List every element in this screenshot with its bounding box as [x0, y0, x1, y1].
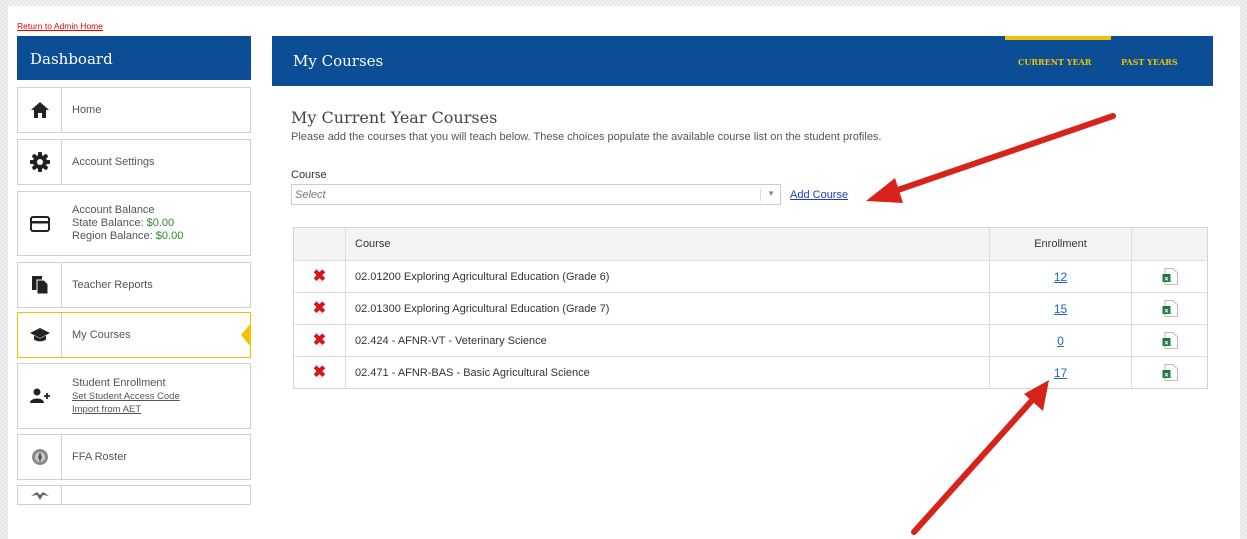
table-header-row: Course Enrollment: [294, 228, 1207, 260]
course-field-label: Course: [291, 169, 327, 181]
enrollment-link[interactable]: 17: [1054, 366, 1067, 380]
student-enrollment-label: Student Enrollment: [72, 376, 166, 389]
active-tab-indicator: [1005, 36, 1111, 40]
course-select[interactable]: Select ▼: [291, 184, 781, 205]
sidebar-item-label: FFA Roster: [72, 450, 128, 463]
tab-current-year[interactable]: CURRENT YEAR: [1018, 57, 1091, 67]
section-description: Please add the courses that you will tea…: [291, 131, 882, 143]
sidebar-item-label: My Courses: [72, 328, 131, 341]
courses-table: Course Enrollment ✖ 02.01200 Exploring A…: [293, 227, 1208, 389]
column-header-export: [1132, 228, 1207, 260]
sidebar-item-teacher-reports[interactable]: Teacher Reports: [17, 262, 251, 308]
enrollment-link[interactable]: 12: [1054, 270, 1067, 284]
delete-icon[interactable]: ✖: [313, 268, 326, 285]
set-access-code-link[interactable]: Set Student Access Code: [72, 390, 180, 403]
excel-export-icon[interactable]: x: [1162, 364, 1178, 381]
section-title: My Current Year Courses: [291, 108, 498, 127]
course-select-placeholder: Select: [295, 189, 326, 201]
sidebar-item-student-enrollment[interactable]: Student Enrollment Set Student Access Co…: [17, 363, 251, 429]
gear-icon: [18, 140, 62, 184]
column-header-enrollment: Enrollment: [990, 228, 1132, 260]
sidebar-item-ffa-roster[interactable]: FFA Roster: [17, 434, 251, 480]
import-from-aet-link[interactable]: Import from AET: [72, 403, 180, 416]
course-name-cell: 02.471 - AFNR-BAS - Basic Agricultural S…: [346, 357, 990, 388]
region-balance-value: $0.00: [155, 230, 184, 242]
sidebar-title: Dashboard: [17, 36, 251, 80]
state-balance-label: State Balance:: [72, 217, 147, 229]
table-row: ✖ 02.01300 Exploring Agricultural Educat…: [294, 292, 1207, 324]
sidebar-item-partial[interactable]: [17, 485, 251, 505]
table-row: ✖ 02.01200 Exploring Agricultural Educat…: [294, 260, 1207, 292]
state-balance-value: $0.00: [146, 217, 175, 229]
sidebar-item-account-balance[interactable]: Account Balance State Balance: $0.00 Reg…: [17, 191, 251, 256]
page-title: My Courses: [293, 52, 384, 70]
sidebar-item-label: Home: [72, 103, 102, 116]
active-indicator: [241, 323, 251, 347]
return-to-admin-link[interactable]: Return to Admin Home: [17, 21, 103, 31]
course-name-cell: 02.01300 Exploring Agricultural Educatio…: [346, 293, 990, 324]
column-header-delete: [294, 228, 346, 260]
enrollment-link[interactable]: 15: [1054, 302, 1067, 316]
account-balance-label: Account Balance: [72, 204, 155, 216]
delete-icon[interactable]: ✖: [313, 364, 326, 381]
sidebar-item-account-settings[interactable]: Account Settings: [17, 139, 251, 185]
account-balance-block: Account Balance State Balance: $0.00 Reg…: [62, 204, 183, 243]
chevron-down-icon[interactable]: ▼: [760, 189, 775, 201]
home-icon: [18, 88, 62, 132]
delete-icon[interactable]: ✖: [313, 332, 326, 349]
table-row: ✖ 02.424 - AFNR-VT - Veterinary Science …: [294, 324, 1207, 356]
course-name-cell: 02.01200 Exploring Agricultural Educatio…: [346, 261, 990, 292]
student-enrollment-block: Student Enrollment Set Student Access Co…: [62, 377, 180, 416]
add-user-icon: [18, 364, 62, 428]
sidebar-item-home[interactable]: Home: [17, 87, 251, 133]
eagle-emblem-icon: [18, 486, 62, 504]
region-balance-label: Region Balance:: [72, 230, 156, 242]
enrollment-link[interactable]: 0: [1057, 334, 1064, 348]
ffa-emblem-icon: [18, 435, 62, 479]
delete-icon[interactable]: ✖: [313, 300, 326, 317]
excel-export-icon[interactable]: x: [1162, 300, 1178, 317]
tab-past-years[interactable]: PAST YEARS: [1121, 57, 1178, 67]
add-course-link[interactable]: Add Course: [790, 189, 848, 201]
table-row: ✖ 02.471 - AFNR-BAS - Basic Agricultural…: [294, 356, 1207, 388]
sidebar-item-label: Account Settings: [72, 155, 155, 168]
column-header-course: Course: [346, 228, 990, 260]
course-name-cell: 02.424 - AFNR-VT - Veterinary Science: [346, 325, 990, 356]
credit-card-icon: [18, 192, 62, 255]
reports-icon: [18, 263, 62, 307]
sidebar-item-my-courses[interactable]: My Courses: [17, 312, 251, 358]
graduation-cap-icon: [18, 313, 62, 357]
main-header: My Courses CURRENT YEAR PAST YEARS: [272, 36, 1213, 86]
excel-export-icon[interactable]: x: [1162, 332, 1178, 349]
sidebar-item-label: Teacher Reports: [72, 278, 153, 291]
excel-export-icon[interactable]: x: [1162, 268, 1178, 285]
